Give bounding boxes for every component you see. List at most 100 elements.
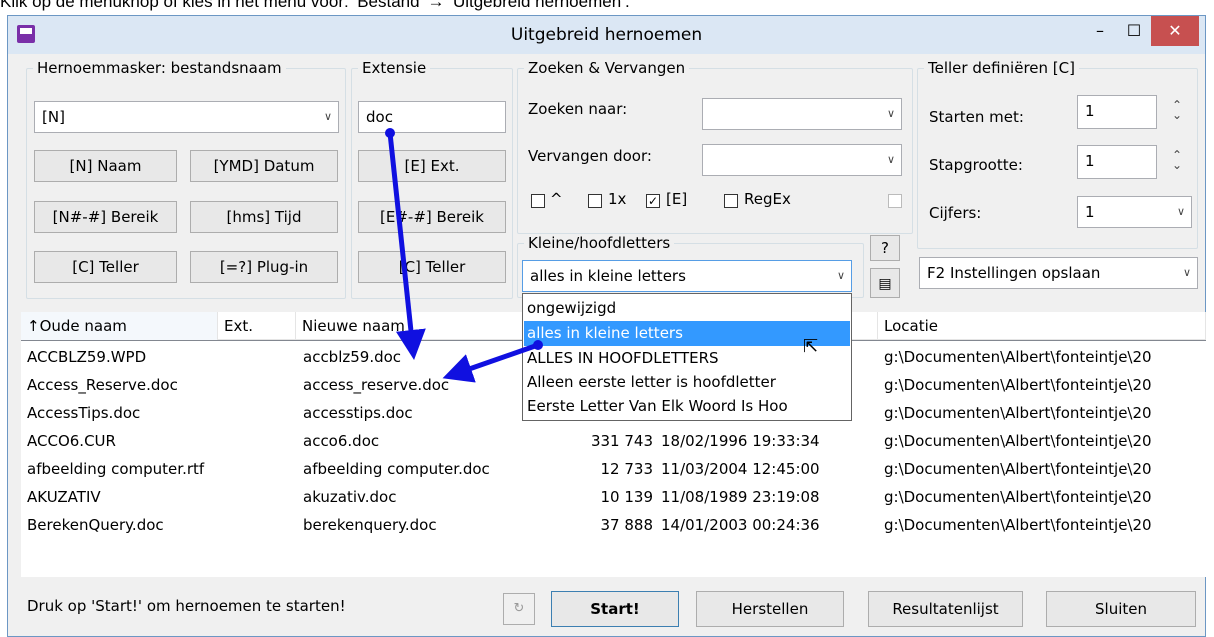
replace-combobox[interactable]: ∨	[702, 144, 902, 176]
location-cell: g:\Documenten\Albert\fonteintje\20	[884, 460, 1152, 478]
caret-checkbox-label: ^	[550, 190, 563, 208]
step-label: Stapgrootte:	[929, 156, 1023, 174]
location-cell: g:\Documenten\Albert\fonteintje\20	[884, 348, 1152, 366]
regex-checkbox[interactable]	[724, 194, 738, 208]
chevron-down-icon: ∨	[1182, 266, 1191, 279]
table-row[interactable]: AKUZATIV akuzativ.doc 10 139 11/08/1989 23:…	[21, 485, 1206, 509]
maximize-button[interactable]: ☐	[1117, 16, 1151, 46]
mask-counter-button[interactable]: [C] Teller	[34, 251, 177, 283]
table-row[interactable]: BerekenQuery.doc berekenquery.doc 37 888 14…	[21, 513, 1206, 537]
case-option[interactable]: Alleen eerste letter is hoofdletter	[524, 370, 850, 395]
mask-value: [N]	[42, 108, 65, 126]
once-checkbox[interactable]	[588, 194, 602, 208]
digits-value: 1	[1085, 203, 1095, 221]
chevron-down-icon: ∨	[1176, 205, 1185, 218]
chevron-down-icon: ∨	[323, 110, 332, 123]
close-window-button[interactable]: ✕	[1151, 16, 1199, 46]
regex-checkbox-label: RegEx	[744, 190, 791, 208]
extension-input[interactable]: doc	[358, 101, 506, 133]
new-name-cell: accblz59.doc	[303, 348, 402, 366]
search-label: Zoeken naar:	[528, 100, 628, 118]
size-cell: 37 888	[600, 516, 654, 534]
old-name-cell: AccessTips.doc	[27, 404, 141, 422]
chevron-down-icon: ∨	[886, 153, 895, 166]
mask-legend: Hernoemmasker: bestandsnaam	[37, 59, 282, 77]
restore-button[interactable]: Herstellen	[696, 591, 844, 627]
location-cell: g:\Documenten\Albert\fonteintje\20	[884, 376, 1152, 394]
case-dropdown-list: ongewijzigd alles in kleine letters ALLE…	[522, 293, 852, 421]
location-cell: g:\Documenten\Albert\fonteintje\20	[884, 404, 1152, 422]
case-value: alles in kleine letters	[530, 267, 686, 285]
location-cell: g:\Documenten\Albert\fonteintje\20	[884, 516, 1152, 534]
new-name-cell: accesstips.doc	[303, 404, 413, 422]
title-bar: Uitgebreid hernoemen – ☐ ✕	[8, 16, 1205, 54]
start-button[interactable]: Start!	[551, 591, 679, 627]
location-cell: g:\Documenten\Albert\fonteintje\20	[884, 488, 1152, 506]
start-label: Starten met:	[929, 108, 1024, 126]
minimize-button[interactable]: –	[1083, 16, 1117, 46]
new-name-cell: afbeelding computer.doc	[303, 460, 490, 478]
old-name-cell: ACCBLZ59.WPD	[27, 348, 147, 366]
menu-icon-button[interactable]: ▤	[870, 268, 900, 298]
case-option[interactable]: Eerste Letter Van Elk Woord Is Hoo	[524, 394, 850, 419]
size-cell: 12 733	[600, 460, 654, 478]
chevron-down-icon: ∨	[886, 107, 895, 120]
col-location[interactable]: Locatie	[878, 312, 1206, 340]
old-name-cell: afbeelding computer.rtf	[27, 460, 205, 478]
ext-button[interactable]: [E] Ext.	[358, 150, 506, 182]
rename-window: Uitgebreid hernoemen – ☐ ✕ Hernoemmasker…	[7, 15, 1206, 637]
case-option[interactable]: ongewijzigd	[524, 296, 850, 321]
date-cell: 11/08/1989 23:19:08	[661, 488, 820, 506]
extension-legend: Extensie	[362, 59, 427, 77]
new-name-cell: access_reserve.doc	[303, 376, 450, 394]
search-replace-legend: Zoeken & Vervangen	[528, 59, 686, 77]
old-name-cell: AKUZATIV	[27, 488, 101, 506]
case-combobox[interactable]: alles in kleine letters ∨	[522, 260, 852, 292]
table-row[interactable]: afbeelding computer.rtf afbeelding comput…	[21, 457, 1206, 481]
new-name-cell: acco6.doc	[303, 432, 380, 450]
results-list-button[interactable]: Resultatenlijst	[868, 591, 1023, 627]
mask-time-button[interactable]: [hms] Tijd	[190, 201, 338, 233]
date-cell: 11/03/2004 12:45:00	[661, 460, 820, 478]
mask-combobox[interactable]: [N] ∨	[34, 101, 339, 133]
size-cell: 10 139	[600, 488, 654, 506]
close-button[interactable]: Sluiten	[1046, 591, 1196, 627]
ext-checkbox[interactable]: ✓	[646, 194, 660, 208]
case-option-selected[interactable]: alles in kleine letters	[524, 321, 850, 346]
ext-range-button[interactable]: [E#-#] Bereik	[358, 201, 506, 233]
size-cell: 331 743	[590, 432, 653, 450]
old-name-cell: ACCO6.CUR	[27, 432, 116, 450]
once-checkbox-label: 1x	[608, 190, 627, 208]
col-old-name[interactable]: ↑Oude naam	[21, 312, 218, 340]
new-name-cell: akuzativ.doc	[303, 488, 397, 506]
col-ext[interactable]: Ext.	[218, 312, 296, 340]
case-option[interactable]: ALLES IN HOOFDLETTERS	[524, 346, 850, 371]
start-input[interactable]: 1	[1077, 95, 1157, 129]
table-row[interactable]: ACCO6.CUR acco6.doc 331 743 18/02/1996 19:3…	[21, 429, 1206, 453]
mouse-cursor-icon: ⇱	[803, 336, 819, 357]
location-cell: g:\Documenten\Albert\fonteintje\20	[884, 432, 1152, 450]
mask-plugin-button[interactable]: [=?] Plug-in	[190, 251, 338, 283]
step-spinner[interactable]: ⌃ ⌄	[1169, 149, 1185, 171]
help-button[interactable]: ?	[870, 235, 900, 261]
mask-date-button[interactable]: [YMD] Datum	[190, 150, 338, 182]
ext-counter-button[interactable]: [C] Teller	[358, 251, 506, 283]
mask-range-button[interactable]: [N#-#] Bereik	[34, 201, 177, 233]
instruction-caption: Klik op de menuknop of kies in het menu …	[0, 0, 630, 11]
ext-checkbox-label: [E]	[666, 190, 688, 208]
search-combobox[interactable]: ∨	[702, 98, 902, 130]
case-legend: Kleine/hoofdletters	[528, 234, 671, 252]
digits-combobox[interactable]: 1 ∨	[1077, 196, 1192, 228]
refresh-icon[interactable]: ↻	[503, 593, 535, 625]
start-spinner[interactable]: ⌃ ⌄	[1169, 99, 1185, 121]
status-message: Druk op 'Start!' om hernoemen te starten…	[27, 597, 346, 615]
disabled-checkbox[interactable]	[888, 194, 902, 208]
old-name-cell: BerekenQuery.doc	[27, 516, 164, 534]
settings-value: F2 Instellingen opslaan	[927, 264, 1101, 282]
old-name-cell: Access_Reserve.doc	[27, 376, 178, 394]
replace-label: Vervangen door:	[528, 147, 652, 165]
step-input[interactable]: 1	[1077, 145, 1157, 179]
caret-checkbox[interactable]	[531, 194, 545, 208]
mask-name-button[interactable]: [N] Naam	[34, 150, 177, 182]
settings-combobox[interactable]: F2 Instellingen opslaan ∨	[919, 257, 1198, 289]
